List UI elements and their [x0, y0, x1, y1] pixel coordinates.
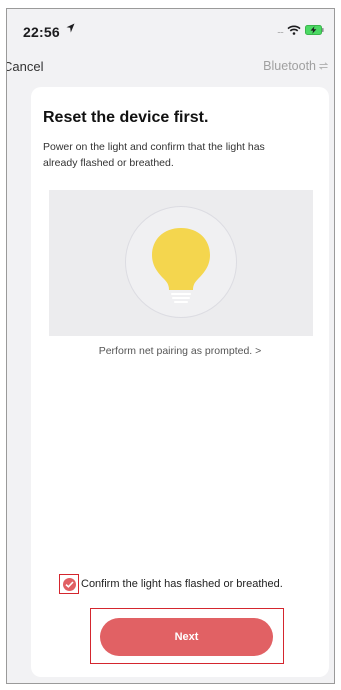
status-bar: 22:56 ....: [7, 9, 334, 49]
bulb-circle: [125, 206, 237, 318]
battery-charging-icon: [305, 25, 324, 35]
signal-strength: ....: [276, 25, 284, 35]
net-pairing-link[interactable]: Perform net pairing as prompted. >: [31, 345, 329, 357]
checkmark-icon: [62, 577, 76, 591]
reset-instructions-card: Reset the device first. Power on the lig…: [31, 87, 329, 677]
cancel-button[interactable]: Cancel: [7, 59, 43, 74]
next-button[interactable]: Next: [100, 618, 273, 656]
location-arrow-icon: [66, 23, 75, 33]
light-illustration: [49, 190, 313, 336]
wifi-icon: [287, 25, 301, 35]
nav-bar: Cancel Bluetooth: [7, 57, 334, 81]
light-bulb-icon: [151, 227, 210, 303]
bluetooth-mode-button[interactable]: Bluetooth: [263, 59, 328, 73]
confirm-label: Confirm the light has flashed or breathe…: [81, 578, 283, 590]
next-button-highlight: Next: [90, 608, 284, 664]
card-description: Power on the light and confirm that the …: [43, 141, 265, 169]
confirm-checkbox[interactable]: [59, 574, 79, 594]
card-title: Reset the device first.: [43, 109, 209, 126]
switch-arrows-icon: [319, 62, 328, 70]
phone-screen: 22:56 .... Cancel Bluetooth Reset the de…: [6, 8, 335, 684]
confirm-row[interactable]: Confirm the light has flashed or breathe…: [59, 574, 283, 594]
status-icons: ....: [277, 25, 324, 35]
bluetooth-mode-label: Bluetooth: [263, 59, 316, 73]
status-time: 22:56: [23, 24, 60, 40]
